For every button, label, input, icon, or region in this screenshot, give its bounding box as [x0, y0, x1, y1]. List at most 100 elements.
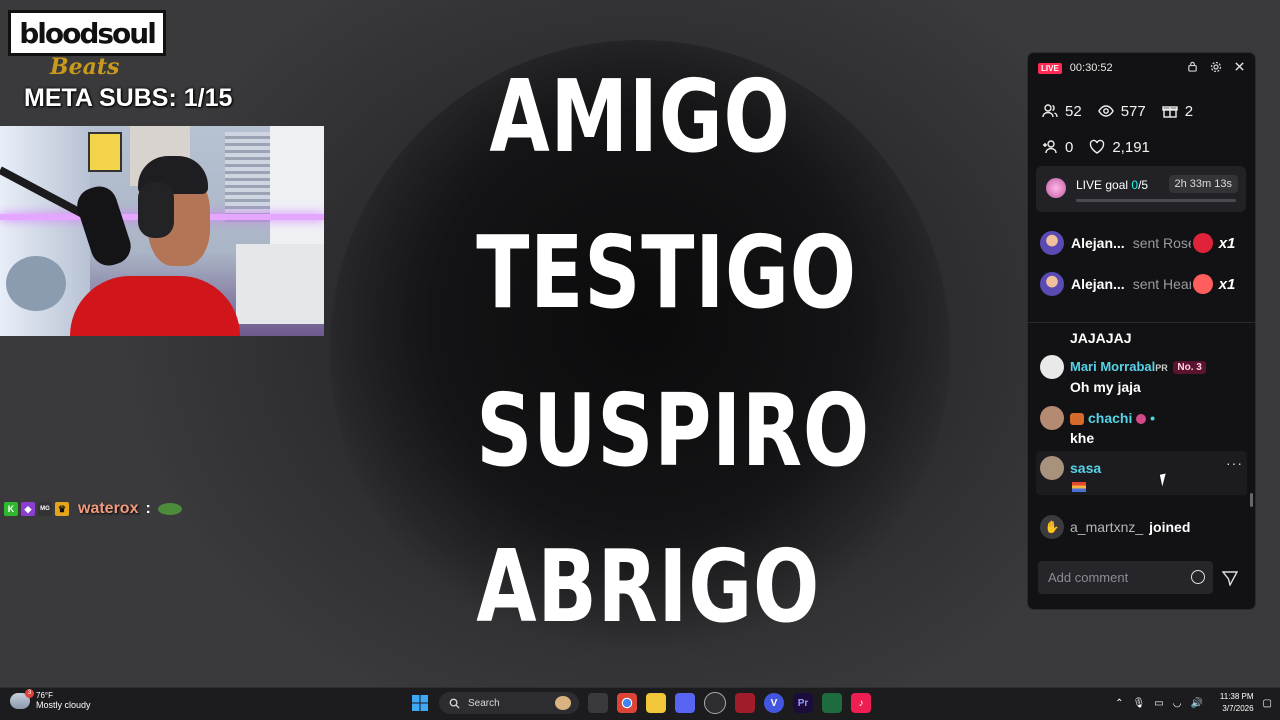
notification-icon[interactable]: ▢	[1263, 698, 1272, 709]
clock[interactable]: 11:38 PM 3/7/2026	[1220, 691, 1254, 715]
weather-desc: Mostly cloudy	[36, 700, 91, 710]
gift-sender-name: Alejan...	[1071, 276, 1125, 292]
stream-chat-line: K ◆ MG ♛ waterox :	[4, 500, 182, 518]
stat-views: 577	[1097, 102, 1146, 120]
gift-event: Alejan... sent Heart x1	[1040, 270, 1250, 298]
new-followers-count: 0	[1065, 138, 1074, 156]
message-author[interactable]: chachi •	[1070, 410, 1155, 426]
joined-username[interactable]: a_martxnz_	[1070, 519, 1143, 535]
file-explorer-icon[interactable]	[646, 693, 666, 713]
goal-gift-icon	[1046, 178, 1066, 198]
crown-icon: ♛	[55, 502, 69, 516]
windows-taskbar: 3 76°F Mostly cloudy Search V Pr ♪ ⌃ 🎙 ▭…	[0, 687, 1280, 720]
display-icon[interactable]: ▭	[1154, 698, 1163, 709]
close-icon[interactable]	[1234, 61, 1245, 75]
windows-start-icon[interactable]	[410, 693, 430, 713]
webcam-feed	[0, 126, 324, 336]
chevron-up-icon[interactable]: ⌃	[1115, 698, 1123, 709]
settings-gear-icon[interactable]	[1210, 61, 1222, 76]
chat-badge-1: K	[4, 502, 18, 516]
vpn-icon[interactable]: V	[764, 693, 784, 713]
chat-badge-3: MG	[38, 502, 52, 516]
chat-badge-2: ◆	[21, 502, 35, 516]
stat-likes: 2,191	[1089, 139, 1150, 156]
clock-time: 11:38 PM	[1219, 692, 1254, 701]
message-text: JAJAJAJ	[1070, 330, 1132, 346]
goal-label: LIVE goal 0/5	[1076, 178, 1149, 192]
gift-multiplier: x1	[1218, 234, 1236, 252]
panel-header: LIVE 00:30:52	[1038, 60, 1245, 76]
live-badge: LIVE	[1038, 62, 1062, 74]
fan-badge-icon	[1070, 413, 1084, 426]
heart-gift-icon	[1192, 274, 1213, 294]
wifi-icon[interactable]: ◡	[1173, 698, 1182, 709]
avatar	[1040, 272, 1064, 296]
wave-icon: ✋	[1040, 515, 1064, 539]
comment-input[interactable]	[1046, 569, 1180, 586]
flower-badge-icon	[1136, 414, 1147, 425]
message-text: khe	[1070, 430, 1095, 446]
pepe-emote-icon	[157, 503, 182, 515]
live-goal-card[interactable]: LIVE goal 0/5 2h 33m 13s	[1036, 166, 1246, 212]
gift-multiplier: x1	[1218, 275, 1236, 293]
tiktok-live-panel: LIVE 00:30:52 52 577 2 0 2,191 LIVE goal…	[1028, 53, 1255, 609]
avatar	[1040, 355, 1064, 379]
live-stats: 52 577 2 0 2,191	[1042, 93, 1193, 165]
lyric-line-4: ABRIGO	[476, 528, 821, 645]
cloud-icon: 3	[10, 688, 34, 709]
lock-icon[interactable]	[1187, 61, 1198, 75]
chrome-icon[interactable]	[617, 693, 637, 713]
chat-username: waterox	[78, 500, 139, 517]
hovered-message-highlight	[1036, 451, 1247, 495]
bloodsoul-logo: bloodsoul	[8, 10, 166, 56]
weather-badge: 3	[25, 688, 34, 698]
avatar	[1040, 231, 1064, 255]
rank-badge: No. 3	[1173, 361, 1206, 375]
stat-viewers: 52	[1042, 103, 1082, 120]
premiere-pro-icon[interactable]: Pr	[793, 693, 813, 713]
excel-icon[interactable]	[822, 693, 842, 713]
lyric-line-1: AMIGO	[489, 58, 791, 175]
discord-icon[interactable]	[675, 693, 695, 713]
gift-event: Alejan... sent Rose x1	[1040, 229, 1250, 257]
message-author[interactable]: sasa	[1070, 460, 1101, 476]
views-count: 577	[1120, 102, 1146, 120]
avatar	[1040, 406, 1064, 430]
lyric-line-2: TESTIGO	[476, 214, 857, 331]
stat-new-followers: 0	[1042, 139, 1073, 156]
users-icon	[1042, 103, 1058, 119]
volume-icon[interactable]: 🔊	[1190, 698, 1202, 709]
obs-icon[interactable]	[704, 692, 726, 714]
meta-subs-counter: META SUBS: 1/15	[24, 84, 233, 112]
goal-total: /5	[1138, 178, 1149, 192]
tiktok-icon[interactable]: ♪	[851, 693, 871, 713]
send-icon[interactable]	[1221, 570, 1239, 587]
chat-scrollbar[interactable]	[1250, 493, 1253, 507]
lyric-line-3: SUSPIRO	[476, 372, 870, 489]
live-timer: 00:30:52	[1069, 62, 1113, 74]
gift-icon	[1162, 103, 1178, 119]
gift-sent-text: sent Rose	[1132, 235, 1191, 251]
microphone-icon[interactable]: 🎙	[1133, 698, 1146, 709]
valorant-icon[interactable]	[735, 693, 755, 713]
viewers-count: 52	[1065, 102, 1082, 120]
taskbar-apps: Search V Pr ♪	[410, 692, 871, 714]
stat-gifts: 2	[1162, 103, 1193, 120]
weather-temp: 76°F	[36, 691, 53, 700]
comment-box[interactable]	[1038, 561, 1213, 594]
heart-icon	[1089, 139, 1105, 155]
emoji-icon[interactable]	[1191, 570, 1205, 584]
search-highlight-icon	[555, 696, 571, 710]
taskbar-search[interactable]: Search	[439, 692, 579, 714]
task-view-icon[interactable]	[588, 693, 608, 713]
likes-count: 2,191	[1112, 138, 1150, 156]
goal-progress-bar	[1076, 199, 1236, 202]
logo-text: bloodsoul	[19, 16, 157, 50]
system-tray: ⌃ 🎙 ▭ ◡ 🔊 11:38 PM 3/7/2026 ▢	[1115, 691, 1272, 715]
more-options-icon[interactable]: ···	[1226, 455, 1243, 471]
weather-widget[interactable]: 3 76°F Mostly cloudy	[10, 688, 91, 710]
logo-subtitle: Beats	[50, 54, 120, 80]
message-author[interactable]: Mari MorrabalPR No. 3	[1070, 359, 1206, 375]
gift-sent-text: sent Heart	[1132, 276, 1191, 292]
eye-icon	[1097, 103, 1114, 119]
